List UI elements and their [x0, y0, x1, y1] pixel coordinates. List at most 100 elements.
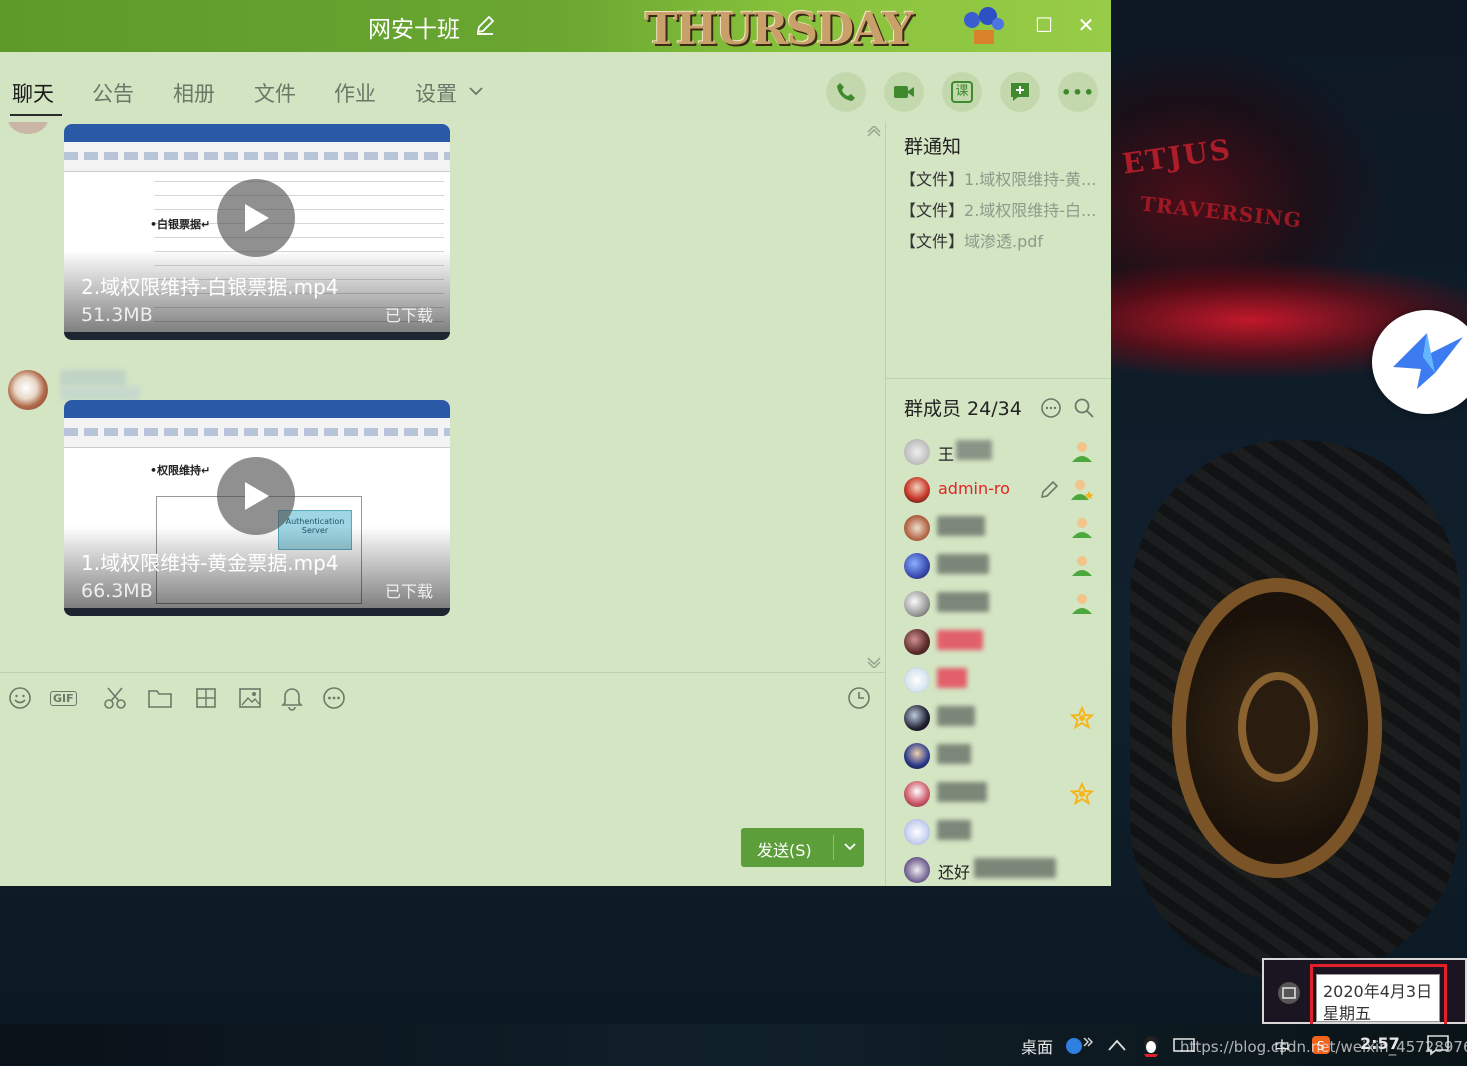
member-row[interactable]	[904, 587, 1104, 621]
member-row[interactable]	[904, 777, 1104, 811]
video-file-name: 1.域权限维持-黄金票据.mp4	[81, 551, 339, 575]
image-icon[interactable]	[237, 685, 263, 711]
edge-icon[interactable]	[1064, 1034, 1094, 1056]
video-file-size: 51.3MB	[81, 304, 153, 326]
tab-album[interactable]: 相册	[173, 78, 215, 108]
more-options-button[interactable]: •••	[1058, 72, 1098, 112]
gif-icon[interactable]: GIF	[50, 685, 84, 711]
chevron-down-icon[interactable]	[468, 85, 484, 97]
floating-bird-widget[interactable]	[1372, 310, 1467, 414]
active-tab-underline	[10, 114, 62, 116]
title-bar[interactable]: 网安十班 THURSDAY ☐ ✕	[0, 0, 1111, 55]
member-row[interactable]	[904, 701, 1104, 735]
video-message-1[interactable]: •白银票据↵ 2.域权限维持-白银票据.mp4 51.3MB 已下载	[64, 124, 450, 340]
video-camera-icon	[894, 86, 914, 98]
screenshot-grid-icon[interactable]	[193, 685, 219, 711]
member-name-blurred	[974, 858, 1056, 878]
emoji-icon[interactable]	[7, 685, 33, 711]
bell-icon[interactable]	[279, 685, 305, 711]
member-avatar	[904, 629, 930, 655]
doc-heading: •权限维持↵	[150, 464, 211, 477]
qq-penguin-icon[interactable]	[1140, 1034, 1162, 1058]
tab-homework[interactable]: 作业	[334, 78, 376, 108]
more-icon: •••	[1061, 82, 1095, 102]
voice-call-button[interactable]	[826, 72, 866, 112]
maximize-button[interactable]: ☐	[1032, 13, 1056, 37]
member-name-blurred	[937, 630, 983, 650]
admin-person-icon	[1072, 594, 1092, 614]
search-icon[interactable]	[1072, 396, 1096, 420]
admin-person-icon	[1072, 556, 1092, 576]
member-avatar	[904, 477, 930, 503]
play-button[interactable]	[217, 179, 295, 257]
member-row[interactable]: 王	[904, 435, 1104, 469]
member-name-blurred	[937, 782, 987, 802]
notice-tag: 【文件】	[900, 232, 965, 251]
member-chat-icon[interactable]	[1039, 396, 1063, 420]
desktop-toolbar-label[interactable]: 桌面	[1021, 1034, 1053, 1058]
member-row[interactable]	[904, 739, 1104, 773]
tab-announcement[interactable]: 公告	[92, 78, 134, 108]
video-message-2[interactable]: •权限维持↵ Authentication Server 1.域权限维持-黄金票…	[64, 400, 450, 616]
play-button[interactable]	[217, 457, 295, 535]
member-name: 王	[938, 445, 955, 464]
history-clock-icon[interactable]	[846, 685, 872, 711]
tab-files[interactable]: 文件	[254, 78, 296, 108]
notice-item[interactable]: 【文件】域渗透.pdf	[900, 228, 1100, 252]
scissors-icon[interactable]	[102, 685, 128, 711]
course-button[interactable]: 课	[942, 72, 982, 112]
notice-item[interactable]: 【文件】1.域权限维持-黄...	[900, 166, 1100, 190]
member-avatar	[904, 705, 930, 731]
blog-watermark: https://blog.csdn.net/weixin_45728976	[1180, 1038, 1467, 1056]
flower-pot-icon	[964, 7, 1004, 44]
member-row[interactable]: admin-ro	[904, 473, 1104, 507]
folder-icon[interactable]	[147, 685, 173, 711]
admin-person-icon	[1072, 518, 1092, 538]
member-name-blurred	[937, 744, 971, 764]
window-title: 网安十班	[368, 17, 460, 43]
tab-settings[interactable]: 设置	[415, 78, 457, 108]
chevron-down-icon	[844, 843, 856, 851]
send-button[interactable]: 发送(S)	[741, 828, 864, 867]
member-row[interactable]	[904, 511, 1104, 545]
member-name: 还好	[938, 863, 971, 882]
bird-icon	[1393, 333, 1463, 389]
group-side-panel: 群通知 【文件】1.域权限维持-黄... 【文件】2.域权限维持-白... 【文…	[885, 122, 1111, 886]
member-row[interactable]	[904, 625, 1104, 659]
play-icon	[245, 482, 269, 510]
edit-icon[interactable]	[1038, 479, 1060, 501]
member-name: admin-ro	[938, 479, 1010, 498]
wallpaper-logo: ETJUS	[1120, 132, 1234, 181]
sender-avatar[interactable]	[8, 122, 48, 134]
scroll-top-icon[interactable]	[866, 126, 882, 138]
member-avatar	[904, 819, 930, 845]
admin-person-icon	[1072, 442, 1092, 462]
message-list[interactable]: •白银票据↵ 2.域权限维持-白银票据.mp4 51.3MB 已下载 •权限维持…	[0, 122, 885, 672]
video-call-button[interactable]	[884, 72, 924, 112]
more-tools-icon[interactable]	[321, 685, 347, 711]
phone-icon	[837, 83, 855, 101]
close-button[interactable]: ✕	[1074, 13, 1098, 37]
video-file-name: 2.域权限维持-白银票据.mp4	[81, 275, 339, 299]
member-avatar	[904, 743, 930, 769]
scroll-bottom-icon[interactable]	[866, 656, 882, 668]
member-row[interactable]: 还好	[904, 853, 1104, 886]
star-icon	[1070, 706, 1094, 730]
tab-bar: 聊天 公告 相册 文件 作业 设置 课 •••	[0, 52, 1111, 122]
sender-avatar[interactable]	[8, 370, 48, 410]
edit-title-icon[interactable]	[474, 14, 496, 36]
notice-text: 域渗透.pdf	[964, 232, 1044, 251]
video-file-size: 66.3MB	[81, 580, 153, 602]
tab-chat[interactable]: 聊天	[12, 78, 54, 108]
notice-item[interactable]: 【文件】2.域权限维持-白...	[900, 197, 1100, 221]
add-app-button[interactable]	[1000, 72, 1040, 112]
star-icon	[1070, 782, 1094, 806]
member-row[interactable]	[904, 815, 1104, 849]
member-name-blurred	[937, 820, 971, 840]
member-row[interactable]	[904, 549, 1104, 583]
member-name-blurred	[937, 668, 967, 688]
member-row[interactable]	[904, 663, 1104, 697]
chevron-up-icon[interactable]	[1106, 1036, 1128, 1054]
notice-text: 1.域权限维持-黄...	[964, 170, 1097, 189]
send-options-dropdown[interactable]	[837, 832, 863, 862]
